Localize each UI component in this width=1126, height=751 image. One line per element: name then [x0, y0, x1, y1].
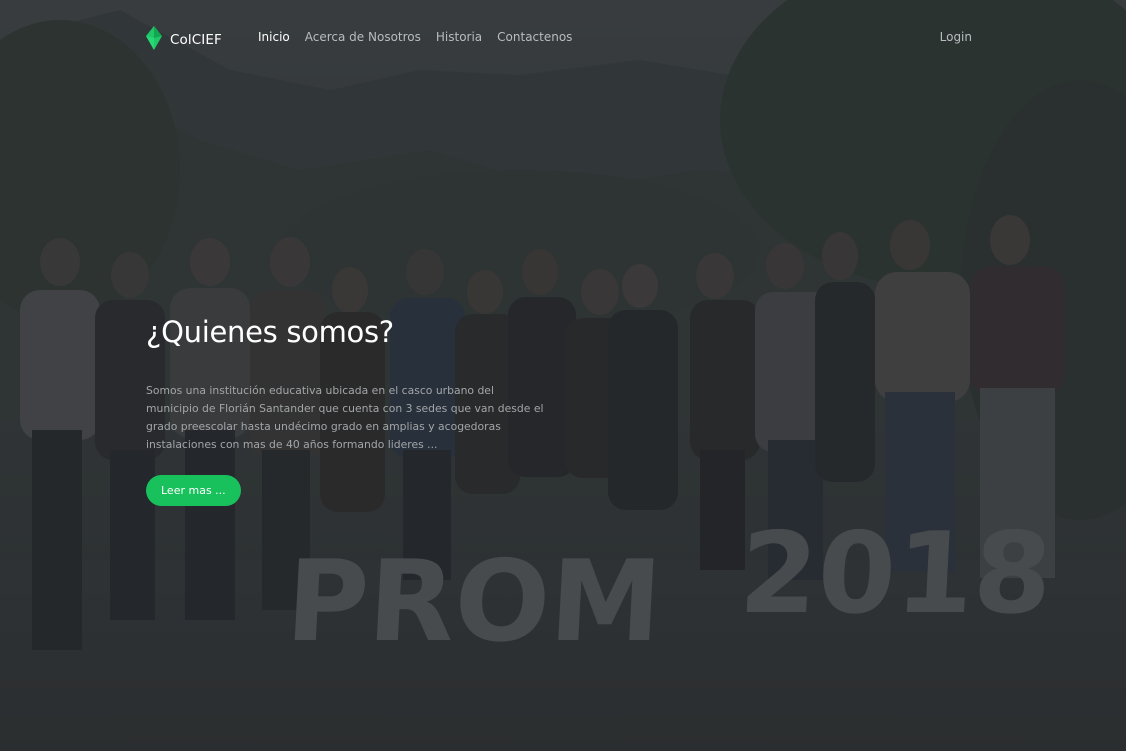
hero-description: Somos una institución educativa ubicada …	[146, 384, 544, 451]
nav-link-inicio[interactable]: Inicio	[258, 30, 290, 44]
nav-link-contactenos[interactable]: Contactenos	[497, 30, 572, 44]
brand-name: ColCIEF	[170, 32, 222, 48]
login-link[interactable]: Login	[940, 30, 972, 44]
nav-link-historia[interactable]: Historia	[436, 30, 482, 44]
nav-links: Inicio Acerca de Nosotros Historia Conta…	[258, 30, 572, 44]
hero-content: ¿Quienes somos? Somos una institución ed…	[146, 314, 546, 506]
top-navbar: ColCIEF Inicio Acerca de Nosotros Histor…	[0, 0, 1126, 76]
green-diamond-logo-icon	[146, 26, 162, 54]
brand[interactable]: ColCIEF	[146, 26, 222, 54]
nav-link-acerca[interactable]: Acerca de Nosotros	[305, 30, 421, 44]
hero-title: ¿Quienes somos?	[146, 315, 394, 349]
read-more-button[interactable]: Leer mas ...	[146, 475, 241, 506]
